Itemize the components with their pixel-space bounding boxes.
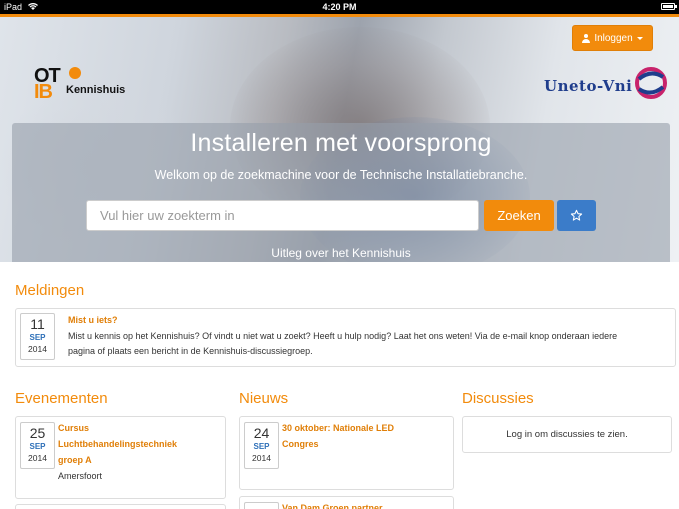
evenement-location: Amersfoort bbox=[58, 471, 103, 481]
nieuws-title-line-2[interactable]: Congres bbox=[282, 436, 319, 452]
hero-title: Installeren met voorsprong bbox=[190, 129, 492, 157]
search-button[interactable]: Zoeken bbox=[484, 200, 554, 231]
search-panel: Installeren met voorsprong Welkom op de … bbox=[12, 123, 670, 262]
discussies-card: Log in om discussies te zien. bbox=[462, 416, 672, 453]
date-badge: 25 SEP 2014 bbox=[20, 422, 55, 469]
status-bar: iPad 4:20 PM bbox=[0, 0, 679, 14]
caret-down-icon bbox=[636, 36, 643, 40]
meldingen-heading: Meldingen bbox=[15, 282, 85, 299]
uneto-vni-logo[interactable]: Uneto-Vni bbox=[544, 67, 667, 99]
evenementen-heading: Evenementen bbox=[15, 390, 108, 407]
melding-card: 11 SEP 2014 Mist u iets? Mist u kennis o… bbox=[15, 308, 676, 367]
date-badge bbox=[244, 502, 279, 509]
nieuws-next-title[interactable]: Van Dam Groen partner bbox=[282, 500, 383, 509]
nieuws-card-next: Van Dam Groen partner bbox=[239, 496, 454, 509]
battery-icon bbox=[661, 3, 677, 10]
evenement-title-line-3[interactable]: groep A bbox=[58, 452, 92, 468]
melding-text-line-1: Mist u kennis op het Kennishuis? Of vind… bbox=[68, 331, 618, 341]
evenement-title-line-1[interactable]: Cursus bbox=[58, 420, 89, 436]
user-icon bbox=[582, 33, 591, 43]
star-icon bbox=[570, 209, 583, 221]
date-badge: 24 SEP 2014 bbox=[244, 422, 279, 469]
uneto-emblem-icon bbox=[635, 67, 667, 99]
nieuws-heading: Nieuws bbox=[239, 390, 289, 407]
hero-banner: Inloggen OT IB Kennishuis Uneto-Vni Inst… bbox=[0, 17, 679, 262]
favorite-button[interactable] bbox=[557, 200, 596, 231]
info-link[interactable]: Uitleg over het Kennishuis bbox=[12, 246, 670, 260]
hero-subtitle: Welkom op de zoekmachine voor de Technis… bbox=[154, 168, 528, 182]
otib-kennishuis-logo[interactable]: OT IB Kennishuis bbox=[34, 65, 125, 115]
date-badge: 11 SEP 2014 bbox=[20, 313, 55, 360]
discussies-login-message: Log in om discussies te zien. bbox=[506, 429, 628, 440]
clock: 4:20 PM bbox=[322, 2, 357, 12]
evenement-card-next bbox=[15, 504, 226, 509]
nieuws-card: 24 SEP 2014 30 oktober: Nationale LED Co… bbox=[239, 416, 454, 490]
nieuws-title-line-1[interactable]: 30 oktober: Nationale LED bbox=[282, 420, 394, 436]
melding-title[interactable]: Mist u iets? bbox=[68, 312, 118, 328]
evenement-title-line-2[interactable]: Luchtbehandelingstechniek bbox=[58, 436, 177, 452]
login-button[interactable]: Inloggen bbox=[572, 25, 653, 51]
evenement-card: 25 SEP 2014 Cursus Luchtbehandelingstech… bbox=[15, 416, 226, 499]
login-label: Inloggen bbox=[594, 32, 633, 44]
house-icon bbox=[69, 67, 81, 79]
discussies-heading: Discussies bbox=[462, 390, 534, 407]
search-input[interactable]: Vul hier uw zoekterm in bbox=[86, 200, 479, 231]
melding-text-line-2: pagina of plaats een bericht in de Kenni… bbox=[68, 346, 313, 356]
